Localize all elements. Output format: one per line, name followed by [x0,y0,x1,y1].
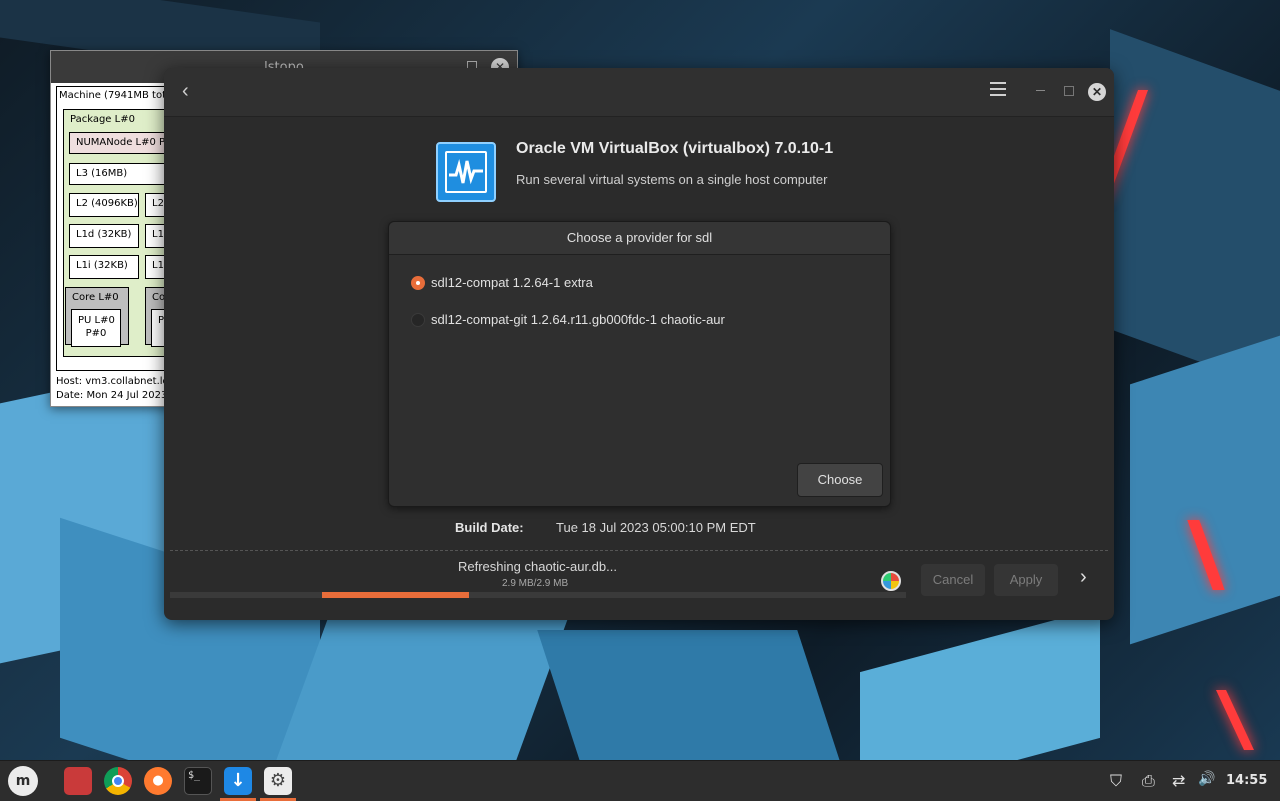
provider-option[interactable]: sdl12-compat 1.2.64-1 extra [411,275,593,290]
firefox-icon[interactable]: ● [144,767,172,795]
mint-menu-icon[interactable]: m [8,766,38,796]
pu-box: PU L#0 P#0 [71,309,121,347]
maximize-icon[interactable] [1064,86,1074,96]
wallpaper-shape [1130,335,1280,645]
software-manager-icon[interactable]: ↓ [224,767,252,795]
radio-selected-icon[interactable] [411,275,425,290]
next-arrow-icon[interactable]: › [1080,566,1087,589]
printer-icon[interactable]: ⎙ [1142,771,1155,791]
progress-fill [322,592,470,598]
back-arrow-icon[interactable]: ‹ [182,80,189,103]
provider-dialog: Choose a provider for sdl sdl12-compat 1… [388,221,891,507]
lstopo-footer: Host: vm3.collabnet.loc Date: Mon 24 Jul… [56,376,175,401]
window-header: ‹ ✕ [164,68,1114,117]
provider-option-label: sdl12-compat 1.2.64-1 extra [431,275,593,290]
settings-icon[interactable]: ⚙ [264,767,292,795]
download-size: 2.9 MB/2.9 MB [502,578,569,589]
build-date-value: Tue 18 Jul 2023 05:00:10 PM EDT [556,520,756,535]
provider-dialog-title: Choose a provider for sdl [389,222,890,255]
cancel-button[interactable]: Cancel [921,564,985,596]
minimize-icon[interactable] [1036,90,1045,91]
status-message: Refreshing chaotic-aur.db... [458,559,617,574]
numa-box: NUMANode L#0 P#0 [69,132,179,154]
close-icon[interactable]: ✕ [1088,83,1106,101]
chrome-icon[interactable] [104,767,132,795]
l1d-cache-box: L1d (32KB) [69,224,139,248]
clock[interactable]: 14:55 [1226,773,1267,788]
virtualbox-icon [436,142,496,202]
network-icon[interactable]: ⇄ [1172,771,1185,790]
apply-button[interactable]: Apply [994,564,1058,596]
package-manager-window: ‹ ✕ Oracle VM VirtualBox (virtualbox) 7.… [164,68,1114,620]
wallpaper-glow [1216,690,1254,750]
terminal-icon[interactable]: $_ [184,767,212,795]
hamburger-menu-icon[interactable] [990,82,1006,100]
choose-button[interactable]: Choose [797,463,883,497]
shield-icon[interactable]: ⛉ [1110,771,1122,791]
wallpaper-shape [537,630,843,770]
wallpaper-shape [1110,29,1280,391]
taskbar: m ● $_ ↓ ⚙ ⛉ ⎙ ⇄ 🔊 14:55 [0,760,1280,801]
provider-option[interactable]: sdl12-compat-git 1.2.64.r11.gb000fdc-1 c… [411,312,725,327]
l3-cache-box: L3 (16MB) [69,163,179,185]
busy-spinner-icon [881,571,901,591]
divider [170,550,1108,551]
volume-icon[interactable]: 🔊 [1198,771,1215,787]
heartbeat-icon [449,159,483,185]
build-date-label: Build Date: [455,520,524,535]
package-description: Run several virtual systems on a single … [516,172,828,187]
l1i-cache-box: L1i (32KB) [69,255,139,279]
l2-cache-box: L2 (4096KB) [69,193,139,217]
radio-unselected-icon[interactable] [411,312,425,327]
provider-option-label: sdl12-compat-git 1.2.64.r11.gb000fdc-1 c… [431,312,725,327]
package-name: Oracle VM VirtualBox (virtualbox) 7.0.10… [516,140,834,157]
file-manager-icon[interactable] [64,767,92,795]
progress-bar [170,592,906,598]
